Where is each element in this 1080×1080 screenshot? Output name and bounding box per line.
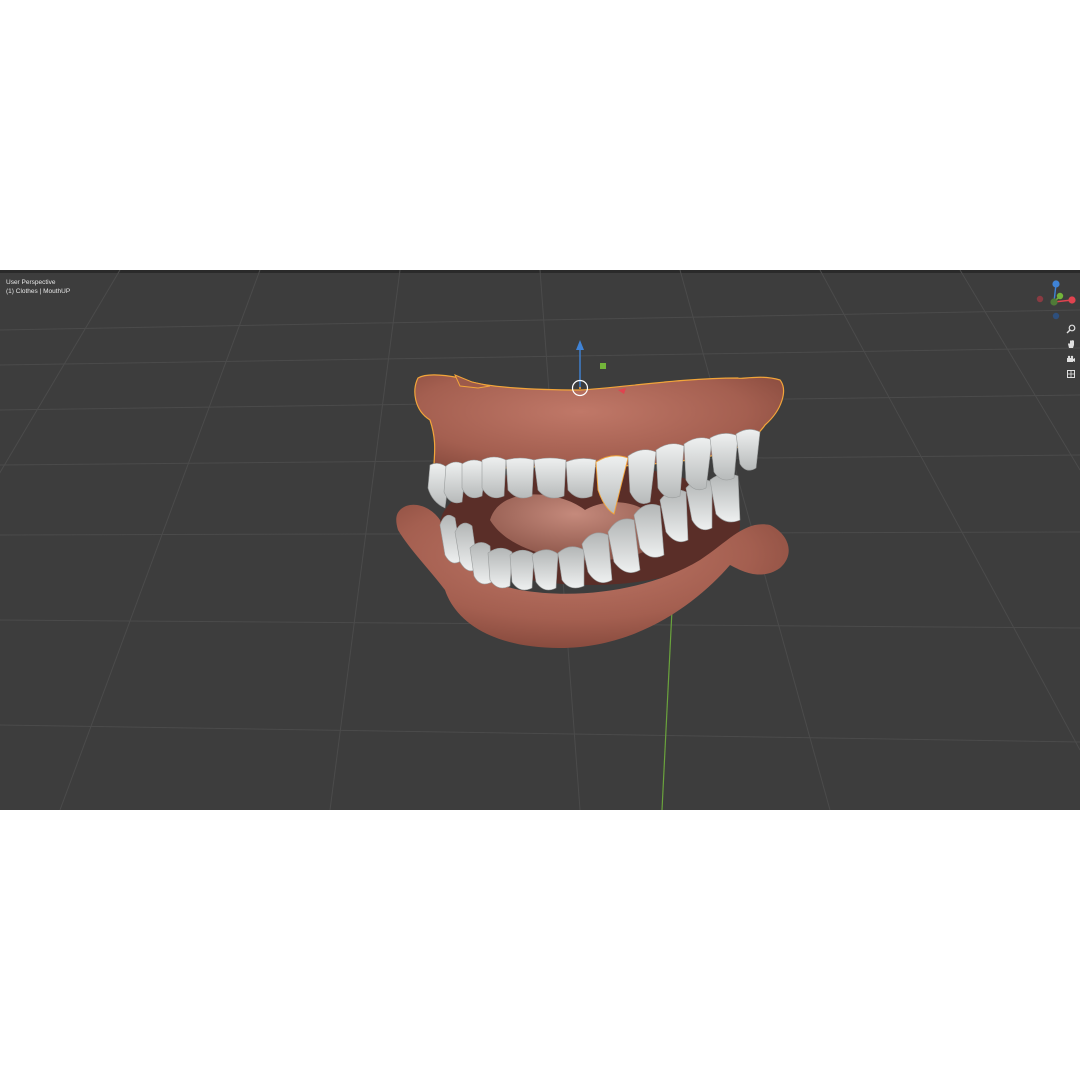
upper-gum-flap (454, 374, 491, 389)
camera-icon[interactable] (1064, 352, 1078, 365)
hand-icon[interactable] (1064, 337, 1078, 350)
grid-icon[interactable] (1064, 367, 1078, 380)
3d-viewport[interactable]: User Perspective (1) Clothes | MouthUP (0, 270, 1080, 810)
zoom-icon[interactable] (1064, 322, 1078, 335)
scene-canvas[interactable] (0, 270, 1080, 810)
